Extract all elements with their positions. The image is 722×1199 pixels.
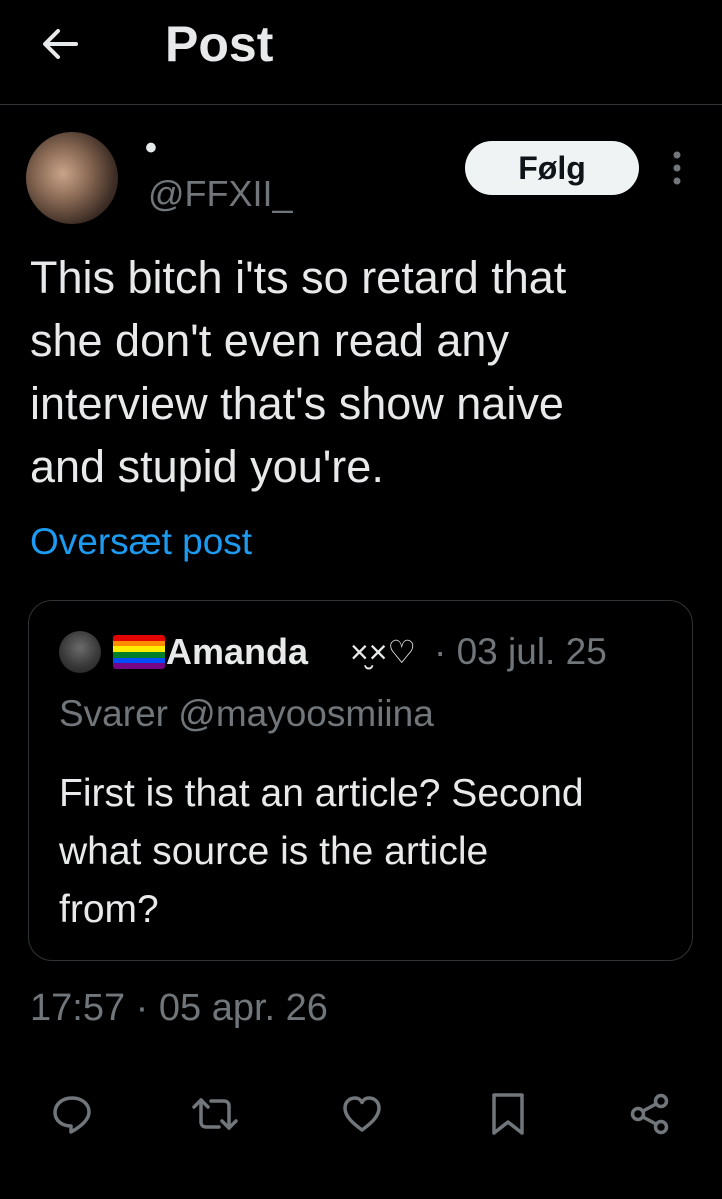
translate-post-link[interactable]: Oversæt post: [30, 518, 252, 566]
top-app-bar: Post: [0, 0, 722, 105]
post-timestamp: 17:57 · 05 apr. 26: [30, 987, 328, 1029]
arrow-left-icon: [43, 29, 78, 59]
post-text: This bitch i'ts so retard that she don't…: [30, 252, 567, 492]
quoted-post-card[interactable]: Amanda ×̮×♡ · 03 jul. 25 Svarer @mayoosm…: [28, 600, 693, 961]
repost-button[interactable]: [191, 1090, 239, 1138]
share-button[interactable]: [626, 1090, 674, 1138]
reply-icon: [53, 1096, 91, 1134]
follow-button[interactable]: Følg: [465, 141, 639, 195]
quote-text: First is that an article? Second what so…: [59, 772, 584, 931]
author-handle[interactable]: @FFXII_: [148, 172, 293, 216]
bookmark-icon: [492, 1093, 524, 1135]
author-display-name[interactable]: •: [145, 128, 157, 168]
more-vertical-icon: [673, 151, 681, 185]
like-button[interactable]: [338, 1090, 386, 1138]
page-title: Post: [165, 16, 274, 72]
bookmark-button[interactable]: [484, 1090, 532, 1138]
quote-date: · 03 jul. 25: [434, 631, 607, 672]
back-button[interactable]: [30, 14, 90, 74]
more-options-button[interactable]: [660, 146, 694, 190]
reply-button[interactable]: [48, 1090, 96, 1138]
quote-name-decoration: ×̮×♡: [350, 634, 417, 670]
like-icon: [343, 1096, 381, 1132]
quote-author-name: Amanda: [166, 631, 309, 672]
share-icon: [630, 1093, 669, 1135]
repost-icon: [192, 1098, 238, 1130]
rainbow-flag-icon: [113, 635, 165, 669]
quote-reply-to: Svarer @mayoosmiina: [59, 693, 434, 734]
quote-avatar: [59, 631, 101, 673]
author-avatar[interactable]: [26, 132, 118, 224]
